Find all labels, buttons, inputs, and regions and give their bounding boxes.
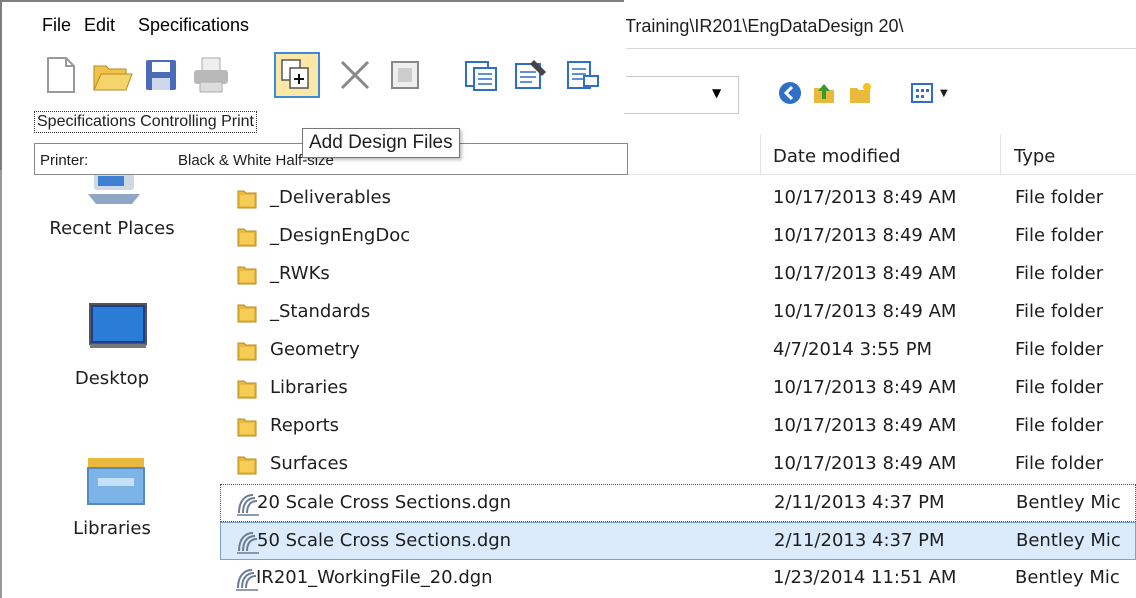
add-design-files-button[interactable] (274, 52, 320, 98)
folder-icon (236, 264, 258, 286)
file-date-modified: 10/17/2013 8:49 AM (773, 301, 957, 322)
nav-desktop[interactable]: Desktop (12, 368, 212, 389)
file-type: File folder (1015, 225, 1104, 246)
column-divider[interactable] (1000, 134, 1001, 174)
file-name: _RWKs (270, 263, 330, 284)
address-path[interactable]: Training\IR201\EngDataDesign 20\ (625, 16, 904, 37)
views-dropdown-icon[interactable]: ▼ (940, 88, 948, 99)
file-date-modified: 10/17/2013 8:49 AM (773, 225, 957, 246)
delete-icon[interactable] (332, 52, 378, 98)
file-name: Reports (270, 415, 340, 436)
folder-icon (236, 454, 258, 476)
file-row[interactable]: Surfaces 10/17/2013 8:49 AM File folder (220, 446, 1136, 484)
file-row[interactable]: Libraries 10/17/2013 8:49 AM File folder (220, 370, 1136, 408)
file-name: Surfaces (270, 453, 348, 474)
file-name: 50 Scale Cross Sections.dgn (257, 530, 512, 551)
navigation-pane: Recent Places Desktop Libraries (0, 170, 220, 598)
file-type: Bentley Mic (1016, 530, 1121, 551)
file-date-modified: 1/23/2014 11:51 AM (773, 567, 957, 588)
file-date-modified: 2/11/2013 4:37 PM (774, 492, 945, 513)
file-type: File folder (1015, 301, 1104, 322)
file-date-modified: 10/17/2013 8:49 AM (773, 415, 957, 436)
chevron-down-icon[interactable]: ▼ (712, 86, 721, 100)
file-row[interactable]: _DesignEngDoc 10/17/2013 8:49 AM File fold… (220, 218, 1136, 256)
menu-edit[interactable]: Edit (84, 15, 115, 36)
file-name: Libraries (270, 377, 348, 398)
file-name: _Deliverables (270, 187, 391, 208)
box-icon[interactable] (382, 52, 428, 98)
file-type: File folder (1015, 339, 1104, 360)
file-name: _Standards (270, 301, 371, 322)
folder-icon (236, 340, 258, 362)
file-row[interactable]: _RWKs 10/17/2013 8:49 AM File folder (220, 256, 1136, 294)
save-icon[interactable] (138, 52, 184, 98)
file-date-modified: 10/17/2013 8:49 AM (773, 187, 957, 208)
new-icon[interactable] (38, 52, 84, 98)
desktop-icon[interactable] (88, 302, 148, 350)
nav-recent-places[interactable]: Recent Places (12, 218, 212, 239)
new-folder-icon[interactable] (846, 80, 874, 108)
file-date-modified: 10/17/2013 8:49 AM (773, 377, 957, 398)
edit-spec-icon[interactable] (508, 52, 554, 98)
file-row[interactable]: _Standards 10/17/2013 8:49 AM File folder (220, 294, 1136, 332)
column-divider[interactable] (760, 134, 761, 174)
file-type: File folder (1015, 187, 1104, 208)
folder-icon (236, 378, 258, 400)
spec-group-label: Specifications Controlling Print (34, 111, 257, 133)
folder-icon (236, 302, 258, 324)
folder-icon (236, 226, 258, 248)
menu-file[interactable]: File (42, 15, 71, 36)
file-name: _DesignEngDoc (270, 225, 411, 246)
file-type: File folder (1015, 377, 1104, 398)
file-type: File folder (1015, 453, 1104, 474)
file-type: Bentley Mic (1016, 492, 1121, 513)
tooltip: Add Design Files (302, 128, 460, 158)
file-name: IR201_WorkingFile_20.dgn (256, 567, 493, 588)
file-date-modified: 2/11/2013 4:37 PM (774, 530, 945, 551)
file-type: File folder (1015, 415, 1104, 436)
printer-label: Printer: (40, 152, 89, 169)
print-icon[interactable] (188, 52, 234, 98)
spec-list-icon[interactable] (560, 52, 606, 98)
file-name: 20 Scale Cross Sections.dgn (257, 492, 512, 513)
back-icon[interactable] (776, 80, 804, 108)
libraries-icon[interactable] (86, 454, 146, 506)
date-modified-column[interactable]: Date modified (773, 146, 901, 167)
folder-icon (236, 188, 258, 210)
file-row[interactable]: 50 Scale Cross Sections.dgn 2/11/2013 4:3… (220, 522, 1136, 560)
file-type: File folder (1015, 263, 1104, 284)
file-row[interactable]: _Deliverables 10/17/2013 8:49 AM File fold… (220, 180, 1136, 218)
file-type: Bentley Mic (1015, 567, 1120, 588)
type-column[interactable]: Type (1014, 146, 1055, 167)
file-row[interactable]: 20 Scale Cross Sections.dgn 2/11/2013 4:3… (220, 484, 1136, 522)
file-row[interactable]: IR201_WorkingFile_20.dgn 1/23/2014 11:51 … (220, 560, 1136, 598)
nav-libraries[interactable]: Libraries (12, 518, 212, 539)
open-folder-icon[interactable] (88, 52, 134, 98)
copy-spec-icon[interactable] (458, 52, 504, 98)
file-row[interactable]: Geometry 4/7/2014 3:55 PM File folder (220, 332, 1136, 370)
views-icon[interactable] (908, 80, 936, 108)
menu-bar: File Edit Specifications (2, 2, 626, 47)
file-date-modified: 10/17/2013 8:49 AM (773, 263, 957, 284)
file-date-modified: 10/17/2013 8:49 AM (773, 453, 957, 474)
recent-places-icon[interactable] (86, 170, 142, 206)
file-row[interactable]: Reports 10/17/2013 8:49 AM File folder (220, 408, 1136, 446)
folder-icon (236, 416, 258, 438)
file-name: Geometry (270, 339, 360, 360)
menu-specifications[interactable]: Specifications (138, 15, 249, 36)
file-date-modified: 4/7/2014 3:55 PM (773, 339, 933, 360)
up-folder-icon[interactable] (810, 80, 838, 108)
